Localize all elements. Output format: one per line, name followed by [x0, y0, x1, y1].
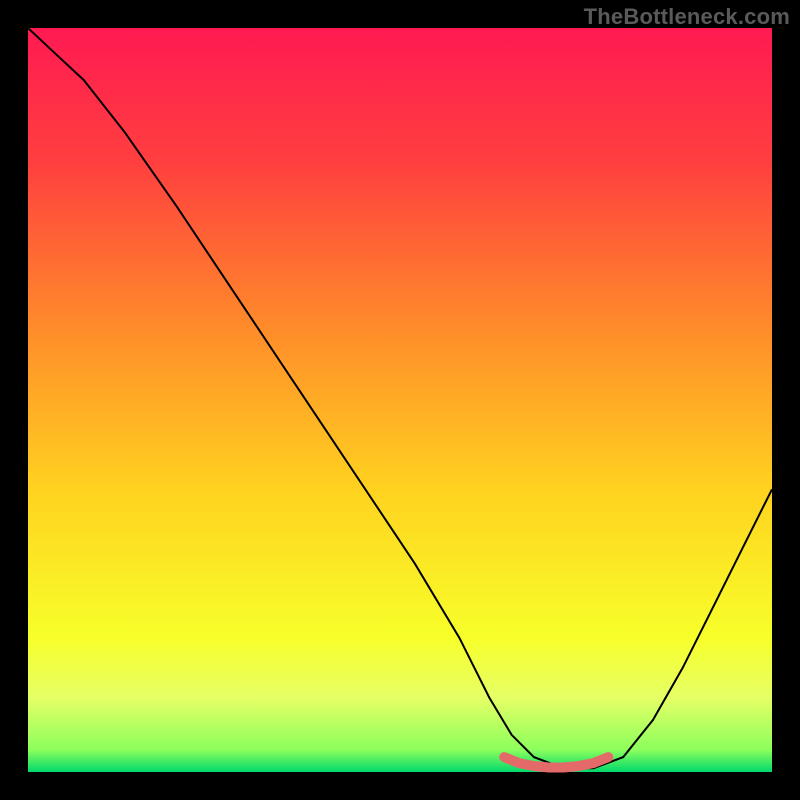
- chart-stage: TheBottleneck.com: [0, 0, 800, 800]
- plot-background: [28, 28, 772, 772]
- bottleneck-chart: [0, 0, 800, 800]
- watermark-text: TheBottleneck.com: [584, 4, 790, 30]
